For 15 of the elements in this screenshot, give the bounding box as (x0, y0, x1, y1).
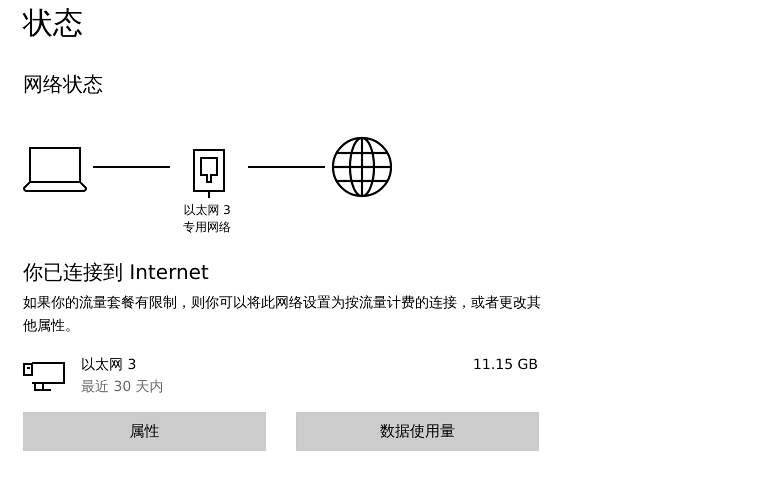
action-button[interactable]: 数据使用量 (296, 412, 539, 451)
connection-description: 如果你的流量套餐有限制，则你可以将此网络设置为按流量计费的连接，或者更改其他属性。 (23, 294, 542, 336)
page-title: 状态 (23, 5, 84, 43)
data-usage-amount: 11.15 GB (473, 356, 538, 375)
section-heading: 网络状态 (23, 71, 104, 98)
globe-icon (331, 136, 393, 198)
laptop-icon (23, 146, 87, 192)
network-type: 专用网络 (183, 219, 231, 236)
connection-status: 你已连接到 Internet (23, 259, 210, 286)
network-adapter-icon (192, 148, 226, 198)
ethernet-icon (23, 360, 65, 392)
adapter-name: 以太网 3 (81, 356, 138, 375)
usage-period: 最近 30 天内 (81, 378, 164, 397)
adapter-name: 以太网 3 (183, 202, 231, 219)
action-button[interactable]: 属性 (23, 412, 266, 451)
